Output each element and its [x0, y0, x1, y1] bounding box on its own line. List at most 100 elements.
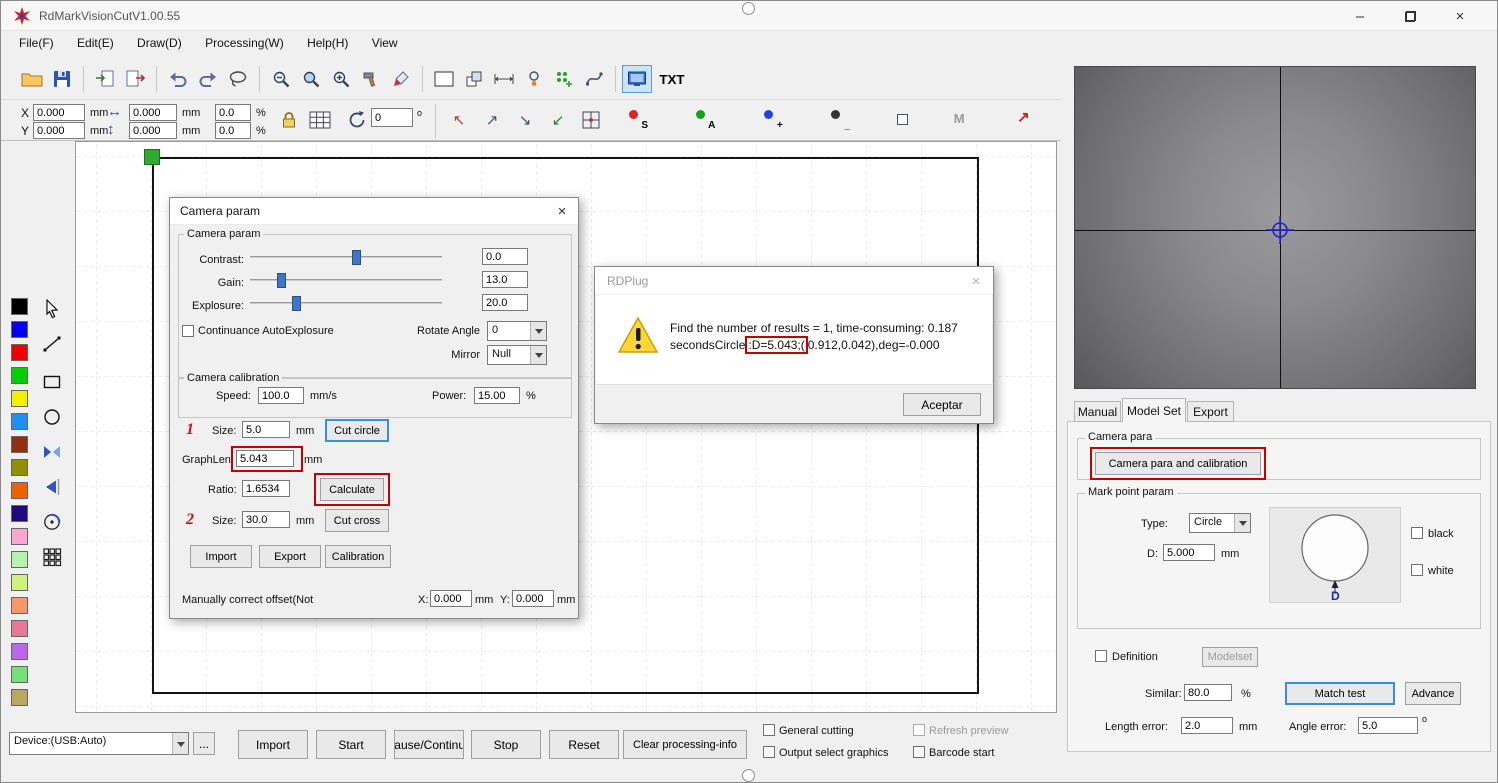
- group-button[interactable]: [459, 65, 489, 93]
- color-swatch[interactable]: [11, 574, 28, 591]
- angle-error-input[interactable]: [1358, 717, 1418, 734]
- advance-button[interactable]: Advance: [1405, 682, 1461, 705]
- zoom-out-button[interactable]: [266, 65, 296, 93]
- color-swatch[interactable]: [11, 597, 28, 614]
- size1-input[interactable]: [242, 421, 290, 438]
- type-select[interactable]: Circle: [1189, 513, 1251, 533]
- speed-input[interactable]: [258, 387, 304, 404]
- lasso-button[interactable]: [223, 65, 253, 93]
- match-test-button[interactable]: Match test: [1285, 682, 1395, 705]
- height-percent-input[interactable]: [215, 122, 251, 139]
- mirror-select[interactable]: Null: [487, 345, 547, 365]
- slider-thumb[interactable]: [292, 296, 302, 311]
- pause-continue-button[interactable]: Pause/Continue: [394, 730, 464, 759]
- stop-button[interactable]: Stop: [471, 730, 541, 759]
- align-sw-button[interactable]: ↙: [543, 106, 573, 134]
- cut-circle-button[interactable]: Cut circle: [325, 419, 389, 442]
- color-swatch[interactable]: [11, 413, 28, 430]
- calibration-button[interactable]: Calibration: [325, 545, 391, 568]
- modelset-button[interactable]: Modelset: [1202, 647, 1258, 667]
- reset-button[interactable]: Reset: [549, 730, 619, 759]
- redo-button[interactable]: [193, 65, 223, 93]
- contrast-slider[interactable]: [250, 250, 442, 265]
- origin-marker[interactable]: [144, 149, 160, 165]
- color-swatch[interactable]: [11, 689, 28, 706]
- align-se-button[interactable]: ↘: [510, 106, 540, 134]
- similar-input[interactable]: [1184, 684, 1232, 701]
- offset-y-input[interactable]: [512, 590, 554, 607]
- array-button[interactable]: [549, 65, 579, 93]
- cut-cross-button[interactable]: Cut cross: [325, 509, 389, 532]
- pos-y-input[interactable]: [33, 122, 85, 139]
- mirror-h-tool-button[interactable]: [39, 439, 65, 465]
- mark-minus-button[interactable]: _: [825, 105, 855, 133]
- h-expand-icon[interactable]: ↔: [107, 103, 122, 120]
- align-nw-button[interactable]: ↖: [444, 106, 474, 134]
- color-swatch[interactable]: [11, 620, 28, 637]
- tab-model-set[interactable]: Model Set: [1122, 398, 1186, 422]
- autoexplosure-checkbox[interactable]: [182, 325, 194, 337]
- tab-manual[interactable]: Manual: [1074, 401, 1121, 422]
- ratio-input[interactable]: [242, 480, 290, 497]
- device-browse-button[interactable]: ...: [193, 732, 215, 755]
- edit-tool-button[interactable]: [386, 65, 416, 93]
- color-swatch[interactable]: [11, 459, 28, 476]
- mark-a-button[interactable]: A: [690, 105, 720, 133]
- width-input[interactable]: [129, 104, 177, 121]
- slider-thumb[interactable]: [351, 250, 361, 265]
- menu-help[interactable]: Help(H): [297, 31, 358, 55]
- camera-view-button[interactable]: [622, 65, 652, 93]
- export-file-button[interactable]: [120, 65, 150, 93]
- device-select[interactable]: Device:(USB:Auto): [9, 732, 189, 755]
- rotate-tool-button[interactable]: [39, 509, 65, 535]
- align-ne-button[interactable]: ↗: [477, 106, 507, 134]
- length-error-input[interactable]: [1181, 717, 1233, 734]
- gain-slider[interactable]: [250, 273, 442, 288]
- color-swatch[interactable]: [11, 482, 28, 499]
- rdplug-titlebar[interactable]: RDPlug ×: [595, 267, 993, 295]
- open-button[interactable]: [17, 65, 47, 93]
- select-rect-button[interactable]: [429, 65, 459, 93]
- curve-button[interactable]: [579, 65, 609, 93]
- dimension-button[interactable]: [489, 65, 519, 93]
- color-swatch[interactable]: [11, 344, 28, 361]
- color-swatch[interactable]: [11, 298, 28, 315]
- rotate-angle-select[interactable]: 0: [487, 321, 547, 341]
- mark-plus-button[interactable]: +: [758, 105, 788, 133]
- camera-para-calibration-button[interactable]: Camera para and calibration: [1095, 452, 1261, 475]
- color-swatch[interactable]: [11, 666, 28, 683]
- contrast-input[interactable]: [482, 248, 528, 265]
- dialog-export-button[interactable]: Export: [259, 545, 321, 568]
- accept-button[interactable]: Aceptar: [903, 393, 981, 416]
- undo-button[interactable]: [163, 65, 193, 93]
- start-button[interactable]: Start: [316, 730, 386, 759]
- minimize-button[interactable]: –: [1337, 1, 1383, 31]
- line-tool-button[interactable]: [39, 331, 65, 357]
- import-file-button[interactable]: [90, 65, 120, 93]
- width-percent-input[interactable]: [215, 104, 251, 121]
- d-input[interactable]: [1163, 544, 1215, 561]
- ellipse-tool-button[interactable]: [39, 404, 65, 430]
- close-button[interactable]: ×: [1437, 1, 1483, 31]
- offset-x-input[interactable]: [430, 590, 472, 607]
- align-center-button[interactable]: [576, 106, 606, 134]
- graphlen-input[interactable]: [236, 450, 294, 467]
- slider-thumb[interactable]: [276, 273, 286, 288]
- mark-square-button[interactable]: [890, 105, 914, 133]
- tool-button[interactable]: [356, 65, 386, 93]
- array-tool-button[interactable]: [39, 544, 65, 570]
- explosure-input[interactable]: [482, 294, 528, 311]
- color-swatch[interactable]: [11, 528, 28, 545]
- white-checkbox[interactable]: [1411, 564, 1423, 576]
- pos-x-input[interactable]: [33, 104, 85, 121]
- rotate-icon[interactable]: [347, 110, 367, 130]
- color-swatch[interactable]: [11, 551, 28, 568]
- rdplug-close-button[interactable]: ×: [959, 267, 993, 295]
- general-cutting-checkbox[interactable]: [763, 724, 775, 736]
- camera-dialog-close-button[interactable]: ×: [546, 198, 578, 225]
- select-tool-button[interactable]: [39, 296, 65, 322]
- table-grid-icon[interactable]: [309, 111, 331, 129]
- definition-checkbox[interactable]: [1095, 650, 1107, 662]
- v-expand-icon[interactable]: ↕: [107, 121, 115, 138]
- height-input[interactable]: [129, 122, 177, 139]
